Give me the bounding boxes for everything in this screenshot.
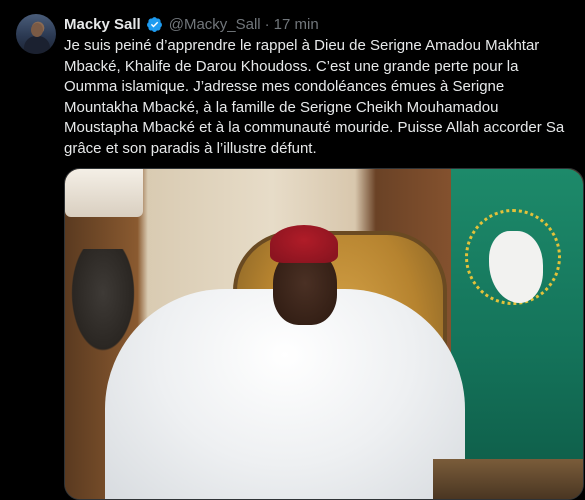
avatar-figure	[24, 36, 50, 54]
tweet-photo[interactable]	[64, 168, 584, 500]
tweet[interactable]: Macky Sall @Macky_Sall · 17 min Je suis …	[0, 0, 585, 500]
photo-lamp	[65, 169, 143, 217]
photo-hat	[270, 225, 338, 263]
tweet-text: Je suis peiné d’apprendre le rappel à Di…	[64, 37, 565, 157]
photo-flag	[451, 169, 583, 469]
author-name[interactable]: Macky Sall	[64, 16, 141, 33]
author-avatar[interactable]	[16, 14, 56, 54]
author-handle[interactable]: @Macky_Sall	[169, 16, 261, 33]
tweet-timestamp[interactable]: 17 min	[274, 16, 319, 33]
separator-dot: ·	[264, 15, 270, 33]
verified-badge-icon[interactable]	[146, 16, 163, 33]
tweet-header: Macky Sall @Macky_Sall · 17 min	[64, 14, 319, 34]
avatar-head	[31, 23, 43, 37]
photo-table	[433, 459, 583, 499]
